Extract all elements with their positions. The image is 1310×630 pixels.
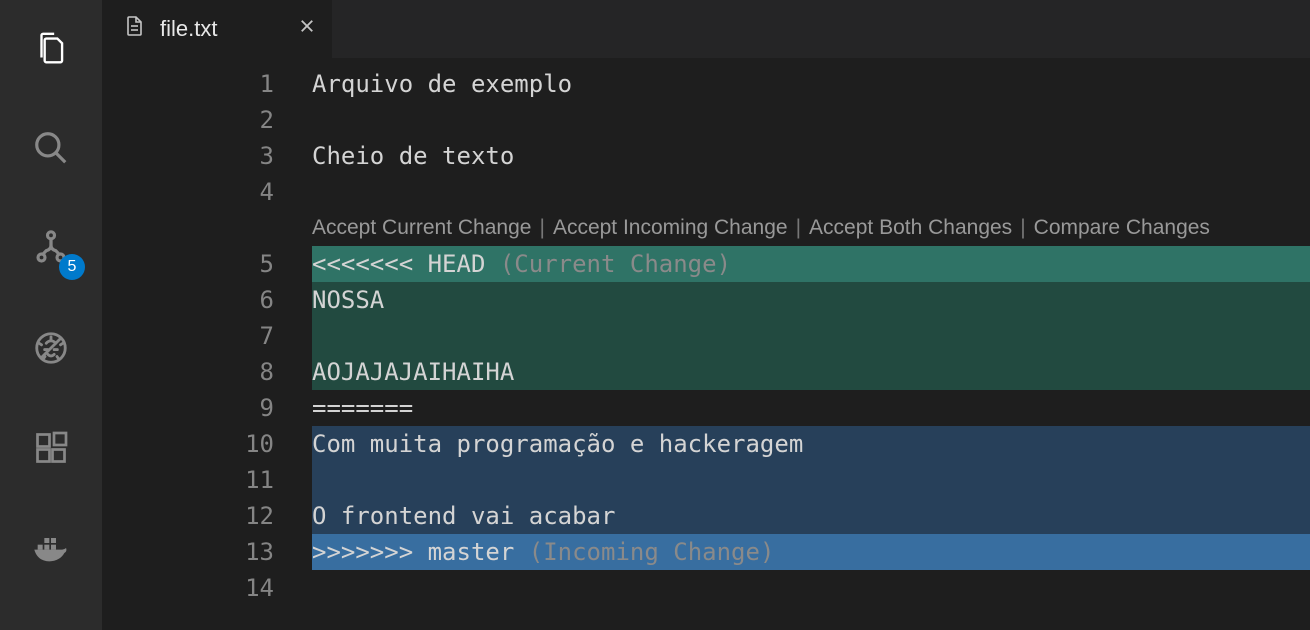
line-number: 3 <box>102 138 274 174</box>
code-line: AOJAJAJAIHAIHA <box>312 354 1310 390</box>
line-number-gutter: 1 2 3 4 5 6 7 8 9 10 11 12 13 14 <box>102 66 312 630</box>
editor[interactable]: 1 2 3 4 5 6 7 8 9 10 11 12 13 14 Arquivo… <box>102 58 1310 630</box>
accept-current-link[interactable]: Accept Current Change <box>312 210 531 246</box>
merge-codelens: Accept Current Change | Accept Incoming … <box>312 210 1310 246</box>
code-line <box>312 462 1310 498</box>
line-number: 1 <box>102 66 274 102</box>
source-control-badge: 5 <box>59 254 85 280</box>
line-number: 8 <box>102 354 274 390</box>
line-number: 2 <box>102 102 274 138</box>
code-line <box>312 318 1310 354</box>
debug-icon[interactable] <box>31 328 71 368</box>
tab-bar: file.txt <box>102 0 1310 58</box>
conflict-separator: ======= <box>312 390 1310 426</box>
explorer-icon[interactable] <box>31 28 71 68</box>
code-area[interactable]: Arquivo de exemplo Cheio de texto Accept… <box>312 66 1310 630</box>
search-icon[interactable] <box>31 128 71 168</box>
line-number: 4 <box>102 174 274 210</box>
compare-changes-link[interactable]: Compare Changes <box>1034 210 1210 246</box>
code-line: O frontend vai acabar <box>312 498 1310 534</box>
conflict-incoming-marker: >>>>>>> master (Incoming Change) <box>312 534 1310 570</box>
line-number: 11 <box>102 462 274 498</box>
code-line <box>312 174 1310 210</box>
editor-group: file.txt 1 2 3 4 5 6 7 8 9 10 11 12 13 1… <box>102 0 1310 630</box>
docker-icon[interactable] <box>31 528 71 568</box>
line-number: 12 <box>102 498 274 534</box>
line-number: 6 <box>102 282 274 318</box>
code-line: Com muita programação e hackeragem <box>312 426 1310 462</box>
tab-label: file.txt <box>160 16 217 42</box>
code-line: Cheio de texto <box>312 138 1310 174</box>
line-number: 10 <box>102 426 274 462</box>
tab-file[interactable]: file.txt <box>102 0 332 58</box>
line-number: 7 <box>102 318 274 354</box>
conflict-head-marker: <<<<<<< HEAD (Current Change) <box>312 246 1310 282</box>
line-number: 14 <box>102 570 274 606</box>
line-number: 13 <box>102 534 274 570</box>
code-line: Arquivo de exemplo <box>312 66 1310 102</box>
line-number: 9 <box>102 390 274 426</box>
close-icon[interactable] <box>298 17 316 41</box>
extensions-icon[interactable] <box>31 428 71 468</box>
accept-both-link[interactable]: Accept Both Changes <box>809 210 1012 246</box>
source-control-icon[interactable]: 5 <box>31 228 71 268</box>
code-line: NOSSA <box>312 282 1310 318</box>
code-line <box>312 102 1310 138</box>
accept-incoming-link[interactable]: Accept Incoming Change <box>553 210 788 246</box>
line-number: 5 <box>102 246 274 282</box>
code-line <box>312 570 1310 606</box>
file-icon <box>122 14 146 44</box>
activity-bar: 5 <box>0 0 102 630</box>
